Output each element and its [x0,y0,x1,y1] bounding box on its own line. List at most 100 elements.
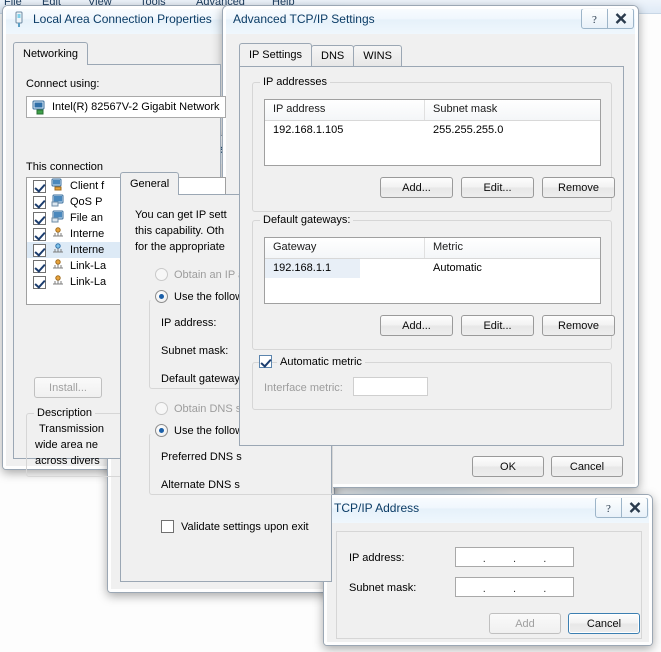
cell-ip-address: 192.168.1.105 [265,121,425,140]
gateway-edit-button[interactable]: Edit... [461,315,534,336]
radio-obtain-dns[interactable] [155,402,168,415]
list-item-label: Client f [70,180,104,192]
lan-tabstrip[interactable]: Networking [13,43,87,65]
tab-ip-settings[interactable]: IP Settings [239,43,312,66]
service-icon [51,194,65,210]
column-subnet-mask: Subnet mask [425,100,600,120]
tcpip-caption-buttons[interactable]: ? [595,497,648,518]
tcpip-ip-address-input[interactable]: . . . [455,547,574,567]
client-icon [51,178,65,194]
checkbox[interactable] [33,260,46,273]
ip-addresses-table[interactable]: IP address Subnet mask 192.168.1.105 255… [264,99,601,166]
advanced-titlebar[interactable]: Advanced TCP/IP Settings ? [223,6,638,35]
list-item-label: Link-La [70,276,106,288]
advanced-cancel-button[interactable]: Cancel [551,456,623,477]
intro-line-2: this capability. Oth [135,225,224,237]
tcpip-subnet-mask-input[interactable]: . . . [455,577,574,597]
radio-obtain-ip[interactable] [155,268,168,281]
list-item-label: QoS P [70,196,102,208]
install-button[interactable]: Install... [34,377,102,398]
tcpip-title: TCP/IP Address [334,501,419,515]
ip-remove-button[interactable]: Remove [542,177,615,198]
checkbox[interactable] [33,244,46,257]
tab-general[interactable]: General [120,172,179,195]
ip-edit-button[interactable]: Edit... [461,177,534,198]
checkbox[interactable] [33,228,46,241]
tab-general-label: General [130,178,169,190]
description-line-2: wide area ne [35,439,98,451]
intro-line-1: You can get IP sett [135,209,227,221]
tcpip-panel: IP address: . . . Subnet mask: . . [336,531,642,639]
connect-using-label: Connect using: [26,78,99,90]
list-item-label: Interne [70,228,104,240]
gateway-add-button[interactable]: Add... [380,315,453,336]
ip-dot: . [543,583,547,595]
lan-title: Local Area Connection Properties [33,12,212,26]
adapter-field[interactable]: Intel(R) 82567V-2 Gigabit Network [26,96,226,118]
tab-wins-label: WINS [363,50,392,62]
tcpip-add-button[interactable]: Add [489,613,561,634]
tab-dns[interactable]: DNS [311,45,354,66]
network-card-icon [32,100,47,118]
close-icon[interactable] [608,8,634,29]
validate-settings-checkbox[interactable] [161,520,174,533]
lan-titlebar[interactable]: Local Area Connection Properties [3,6,229,35]
radio-obtain-ip-label: Obtain an IP a [174,269,244,281]
adapter-name: Intel(R) 82567V-2 Gigabit Network [52,101,220,113]
ip-dot: . [513,583,517,595]
tab-wins[interactable]: WINS [353,45,402,66]
table-header: Gateway Metric [265,238,600,259]
cell-subnet-mask: 255.255.255.0 [425,121,600,140]
screen: File Edit View Tools Advanced Help Local… [0,0,661,652]
advanced-ok-button[interactable]: OK [472,456,544,477]
ip-dot: . [482,553,486,565]
checkbox[interactable] [33,276,46,289]
table-row[interactable]: 192.168.1.1 Automatic [265,259,600,278]
default-gateways-table[interactable]: Gateway Metric 192.168.1.1 Automatic [264,237,601,304]
advanced-caption-buttons[interactable]: ? [581,8,634,29]
svg-text:?: ? [606,503,611,514]
interface-metric-input[interactable] [353,377,428,396]
tcpip-ip-address-label: IP address: [349,552,404,564]
close-icon[interactable] [622,497,648,518]
default-gateways-group-label: Default gateways: [260,214,353,226]
table-header: IP address Subnet mask [265,100,600,121]
automatic-metric-label: Automatic metric [277,356,365,368]
alternate-dns-label: Alternate DNS s [161,479,240,491]
advanced-tabpane: IP addresses IP address Subnet mask 192.… [239,66,624,446]
interface-metric-label: Interface metric: [264,382,343,394]
ip-add-button[interactable]: Add... [380,177,453,198]
subnet-mask-label: Subnet mask: [161,345,228,357]
help-icon[interactable]: ? [595,497,622,518]
ip-addresses-group-label: IP addresses [260,76,330,88]
ip-address-label: IP address: [161,317,216,329]
table-row[interactable]: 192.168.1.105 255.255.255.0 [265,121,600,140]
advanced-tabstrip[interactable]: IP Settings DNS WINS [239,44,401,66]
tab-ip-settings-label: IP Settings [249,49,302,61]
preferred-dns-label: Preferred DNS s [161,451,242,463]
cell-gateway: 192.168.1.1 [265,259,360,278]
help-icon[interactable]: ? [581,8,608,29]
column-metric: Metric [425,238,600,258]
advanced-tcpip-settings-dialog[interactable]: Advanced TCP/IP Settings ? IP Settings [222,5,639,488]
checkbox[interactable] [33,196,46,209]
gateway-remove-button[interactable]: Remove [542,315,615,336]
checkbox[interactable] [33,180,46,193]
service-icon [51,210,65,226]
tcpip-cancel-button[interactable]: Cancel [568,613,640,634]
ip-tabstrip[interactable]: General [120,173,178,195]
list-item-label: File an [70,212,103,224]
tab-dns-label: DNS [321,50,344,62]
tcpip-address-dialog[interactable]: TCP/IP Address ? IP address: [323,494,653,646]
tcpip-titlebar[interactable]: TCP/IP Address ? [324,495,652,524]
protocol-icon [51,274,65,290]
automatic-metric-checkbox[interactable] [259,355,272,368]
radio-obtain-dns-label: Obtain DNS se [174,403,247,415]
description-group-label: Description [34,407,95,419]
svg-text:?: ? [592,14,597,25]
tab-networking[interactable]: Networking [13,42,88,65]
protocol-icon [51,258,65,274]
advanced-body: IP Settings DNS WINS IP addresses IP add… [223,34,638,487]
ip-dot: . [513,553,517,565]
checkbox[interactable] [33,212,46,225]
